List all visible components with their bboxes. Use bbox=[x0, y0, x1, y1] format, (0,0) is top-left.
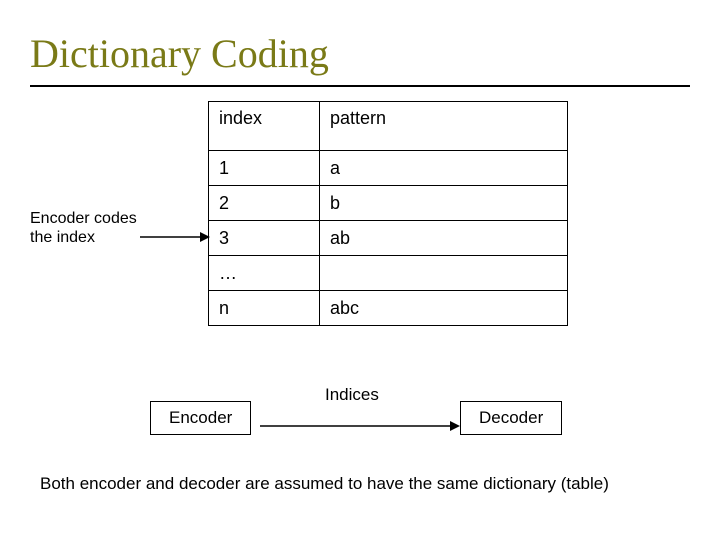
arrow-to-table-icon bbox=[140, 229, 210, 245]
dictionary-table: index pattern 1 a 2 b 3 ab … n abc bbox=[208, 101, 568, 326]
col-header-index: index bbox=[209, 102, 320, 151]
table-row: 2 b bbox=[209, 186, 568, 221]
cell-pattern: b bbox=[320, 186, 568, 221]
footer-note: Both encoder and decoder are assumed to … bbox=[40, 473, 660, 495]
cell-index: … bbox=[209, 256, 320, 291]
cell-index: n bbox=[209, 291, 320, 326]
cell-pattern: abc bbox=[320, 291, 568, 326]
table-row: 1 a bbox=[209, 151, 568, 186]
cell-index: 2 bbox=[209, 186, 320, 221]
encoder-codes-label: Encoder codes the index bbox=[30, 209, 140, 247]
cell-index: 1 bbox=[209, 151, 320, 186]
encoder-box: Encoder bbox=[150, 401, 251, 435]
table-row: n abc bbox=[209, 291, 568, 326]
arrow-encoder-to-decoder-icon bbox=[260, 418, 460, 434]
cell-pattern: a bbox=[320, 151, 568, 186]
cell-pattern: ab bbox=[320, 221, 568, 256]
slide: Dictionary Coding Encoder codes the inde… bbox=[0, 0, 720, 540]
cell-pattern bbox=[320, 256, 568, 291]
table-row: 3 ab bbox=[209, 221, 568, 256]
decoder-box: Decoder bbox=[460, 401, 562, 435]
title-underline bbox=[30, 85, 690, 87]
cell-index: 3 bbox=[209, 221, 320, 256]
table-row: … bbox=[209, 256, 568, 291]
indices-label: Indices bbox=[325, 385, 379, 405]
col-header-pattern: pattern bbox=[320, 102, 568, 151]
content-area: Encoder codes the index index pattern 1 … bbox=[30, 101, 690, 481]
table-header-row: index pattern bbox=[209, 102, 568, 151]
slide-title: Dictionary Coding bbox=[30, 30, 690, 77]
